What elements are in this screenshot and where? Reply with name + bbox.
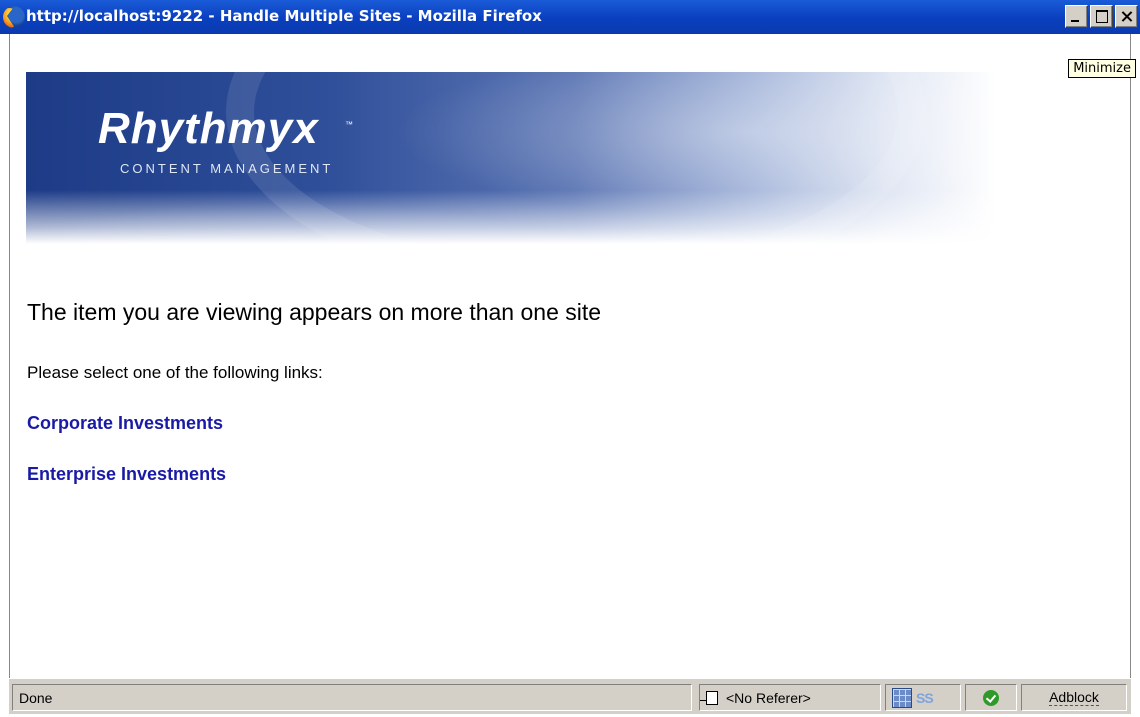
referer-pane[interactable]: <No Referer>: [699, 684, 881, 711]
status-text: Done: [19, 689, 53, 706]
minimize-tooltip: Minimize: [1068, 59, 1136, 78]
referer-text: <No Referer>: [726, 689, 811, 706]
stylesheet-icon[interactable]: SS: [916, 690, 934, 706]
logo-subtitle: CONTENT MANAGEMENT: [120, 161, 334, 176]
page-grid-icon[interactable]: [892, 687, 912, 708]
adblock-label: Adblock: [1049, 689, 1099, 706]
close-button[interactable]: [1115, 5, 1138, 28]
check-icon: [983, 689, 999, 706]
minimize-button[interactable]: [1065, 5, 1088, 28]
status-bar: Done <No Referer> SS Adblock: [9, 678, 1131, 714]
banner-swirl-decoration: [226, 72, 926, 244]
page-heading: The item you are viewing appears on more…: [27, 299, 602, 325]
extension-icons-pane: SS: [885, 684, 961, 711]
referer-page-icon: [700, 690, 718, 705]
site-link-corporate-investments[interactable]: Corporate Investments: [27, 413, 223, 434]
window-titlebar[interactable]: http://localhost:9222 - Handle Multiple …: [0, 0, 1140, 34]
status-text-pane: Done: [12, 684, 692, 711]
rhythmyx-logo: Rhythmyx: [98, 104, 319, 153]
status-check-pane[interactable]: [965, 684, 1017, 711]
page-content: Rhythmyx ™ CONTENT MANAGEMENT The item y…: [9, 34, 1131, 678]
select-prompt: Please select one of the following links…: [27, 363, 323, 382]
window-title: http://localhost:9222 - Handle Multiple …: [26, 7, 542, 25]
adblock-pane[interactable]: Adblock: [1021, 684, 1127, 711]
logo-trademark: ™: [345, 120, 353, 129]
firefox-icon: [3, 6, 25, 28]
rhythmyx-banner: Rhythmyx ™ CONTENT MANAGEMENT: [26, 72, 1026, 244]
site-link-enterprise-investments[interactable]: Enterprise Investments: [27, 464, 226, 485]
maximize-button[interactable]: [1090, 5, 1113, 28]
window-controls: [1065, 5, 1138, 28]
